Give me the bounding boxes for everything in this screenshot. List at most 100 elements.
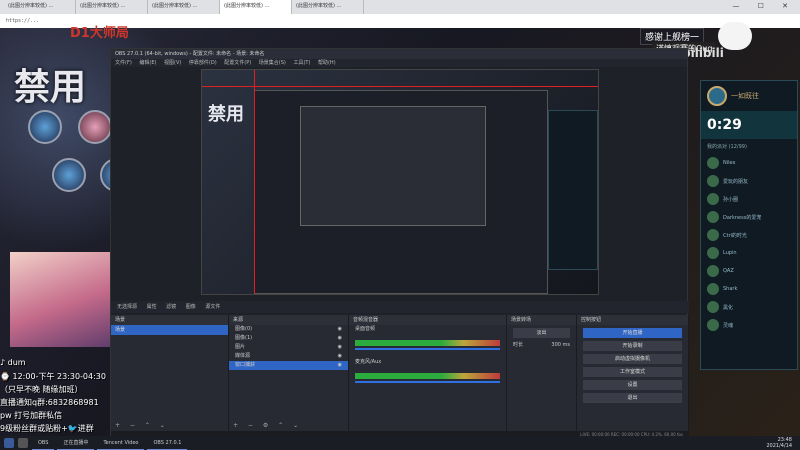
obs-title-bar: OBS 27.0.1 (64-bit, windows) - 配置文件: 未命名… (111, 49, 687, 59)
member-name: 黑化 (723, 304, 734, 311)
eye-icon[interactable]: ◉ (338, 352, 342, 361)
champion-icon (28, 110, 62, 144)
eye-icon[interactable]: ◉ (338, 334, 342, 343)
selection-guide (202, 86, 598, 87)
start-menu-icon[interactable] (4, 438, 14, 448)
clock-date: 2021/4/14 (766, 443, 792, 449)
source-item[interactable]: 媒体源 ◉ (229, 352, 348, 361)
scene-item[interactable]: 场景 (111, 325, 228, 335)
party-member[interactable]: Ctrl的时光 (701, 226, 797, 244)
settings-button[interactable]: 设置 (583, 380, 682, 390)
transitions-dock: 场景转场 淡出 时长 300 ms (507, 315, 577, 431)
taskbar-app[interactable]: Tencent Video (97, 436, 145, 450)
dock-title: 场景转场 (507, 315, 576, 325)
member-avatar (707, 283, 719, 295)
member-name: Nilex (723, 160, 736, 166)
obs-preview[interactable]: 禁用 (201, 69, 599, 295)
search-icon[interactable] (18, 438, 28, 448)
champion-icon (52, 158, 86, 192)
nested-obs-preview-2 (300, 106, 486, 226)
champion-icon (78, 110, 112, 144)
screen: (此图分辨率较低) ... (此图分辨率较低) ... (此图分辨率较低) ..… (0, 0, 800, 450)
member-avatar (707, 301, 719, 313)
member-avatar (707, 229, 719, 241)
taskbar: OBS 正在直播中 Tencent Video OBS 27.0.1 23:48… (0, 436, 800, 450)
member-name: 孙小圈 (723, 196, 739, 203)
queue-timer: 0:29 (701, 111, 797, 139)
volume-meter (355, 373, 500, 379)
player-avatar (707, 86, 727, 106)
browser-tab[interactable]: (此图分辨率较低) ... (76, 0, 148, 14)
party-title: 我的派对 (12/99) (707, 144, 747, 150)
party-member[interactable]: 孙小圈 (701, 190, 797, 208)
source-label: 图像(1) (235, 335, 253, 341)
source-toolbar[interactable]: 无选择源 属性 滤镜 图像 源文件 (111, 301, 689, 313)
source-item-selected[interactable]: 窗口捕获 ◉ (229, 361, 348, 370)
dock-footer-buttons[interactable]: + − ⌃ ⌄ (111, 421, 228, 431)
party-member[interactable]: 灵魂 (701, 316, 797, 334)
member-avatar (707, 193, 719, 205)
transition-select[interactable]: 淡出 (513, 328, 570, 338)
source-label: 媒体源 (235, 353, 251, 359)
start-recording-button[interactable]: 开始录制 (583, 341, 682, 351)
dock-footer-buttons[interactable]: + − ⚙ ⌃ ⌄ (229, 421, 348, 431)
browser-tab[interactable]: (此图分辨率较低) ... (148, 0, 220, 14)
browser-tab[interactable]: (此图分辨率较低) ... (4, 0, 76, 14)
studio-mode-button[interactable]: 工作室模式 (583, 367, 682, 377)
exit-button[interactable]: 退出 (583, 393, 682, 403)
party-member[interactable]: Lupin (701, 244, 797, 262)
streamer-portrait (10, 252, 120, 347)
party-panel: 一如既往 0:29 我的派对 (12/99) Nilex 爱玩的朋友 孙小圈 D… (700, 80, 798, 370)
party-member[interactable]: Nilex (701, 154, 797, 172)
source-label: 图像(0) (235, 326, 253, 332)
source-label: 图片 (235, 344, 246, 350)
party-member[interactable]: Shark (701, 280, 797, 298)
rank-label: D1大师局 (70, 26, 129, 41)
member-name: QAZ (723, 268, 734, 274)
selection-guide (254, 70, 255, 294)
bilibili-logo: bilibili (682, 46, 724, 60)
party-member[interactable]: QAZ (701, 262, 797, 280)
virtual-camera-button[interactable]: 启动虚拟摄像机 (583, 354, 682, 364)
start-streaming-button[interactable]: 开始直播 (583, 328, 682, 338)
member-avatar (707, 157, 719, 169)
member-avatar (707, 319, 719, 331)
taskbar-app[interactable]: OBS 27.0.1 (147, 436, 188, 450)
member-avatar (707, 247, 719, 259)
dock-title: 音频混音器 (349, 315, 506, 325)
taskbar-clock[interactable]: 23:48 2021/4/14 (766, 437, 792, 449)
obs-menu-bar[interactable]: 文件(F) 编辑(E) 视图(V) 停靠部件(D) 配置文件(P) 场景集合(S… (111, 59, 687, 67)
source-item[interactable]: 图片 ◉ (229, 343, 348, 352)
dock-title: 来源 (229, 315, 348, 325)
source-label: 窗口捕获 (235, 362, 256, 368)
browser-tab[interactable]: (此图分辨率较低) ... (292, 0, 364, 14)
duration-row: 时长 300 ms (507, 341, 576, 350)
member-name: 爱玩的朋友 (723, 178, 749, 185)
volume-slider[interactable] (355, 348, 500, 350)
dock-title: 场景 (111, 315, 228, 325)
volume-slider[interactable] (355, 381, 500, 383)
taskbar-app[interactable]: OBS (32, 436, 55, 450)
party-member[interactable]: 爱玩的朋友 (701, 172, 797, 190)
member-name: Shark (723, 286, 738, 292)
sources-dock: 来源 图像(0) ◉ 图像(1) ◉ 图片 ◉ 媒体源 ◉ 窗口捕获 ◉ + − ⚙ ⌃ … (229, 315, 349, 431)
member-name: Ctrl的时光 (723, 232, 747, 239)
preview-party-panel (548, 110, 598, 270)
eye-icon[interactable]: ◉ (338, 361, 342, 370)
party-member[interactable]: Darkness的爱宠 (701, 208, 797, 226)
source-item[interactable]: 图像(1) ◉ (229, 334, 348, 343)
eye-icon[interactable]: ◉ (338, 343, 342, 352)
member-avatar (707, 265, 719, 277)
browser-tabs: (此图分辨率较低) ... (此图分辨率较低) ... (此图分辨率较低) ..… (0, 0, 800, 14)
taskbar-app[interactable]: 正在直播中 (57, 436, 95, 450)
mixer-track-label: 桌面音频 (355, 326, 376, 332)
browser-tab-active[interactable]: (此图分辨率较低) ... (220, 0, 292, 14)
source-item[interactable]: 图像(0) ◉ (229, 325, 348, 334)
duration-input[interactable]: 300 ms (551, 341, 570, 350)
scenes-dock: 场景 场景 + − ⌃ ⌄ (111, 315, 229, 431)
window-controls[interactable]: — ☐ ✕ (732, 2, 796, 10)
member-name: 灵魂 (723, 322, 734, 329)
duration-label: 时长 (513, 342, 524, 348)
party-member[interactable]: 黑化 (701, 298, 797, 316)
eye-icon[interactable]: ◉ (338, 325, 342, 334)
